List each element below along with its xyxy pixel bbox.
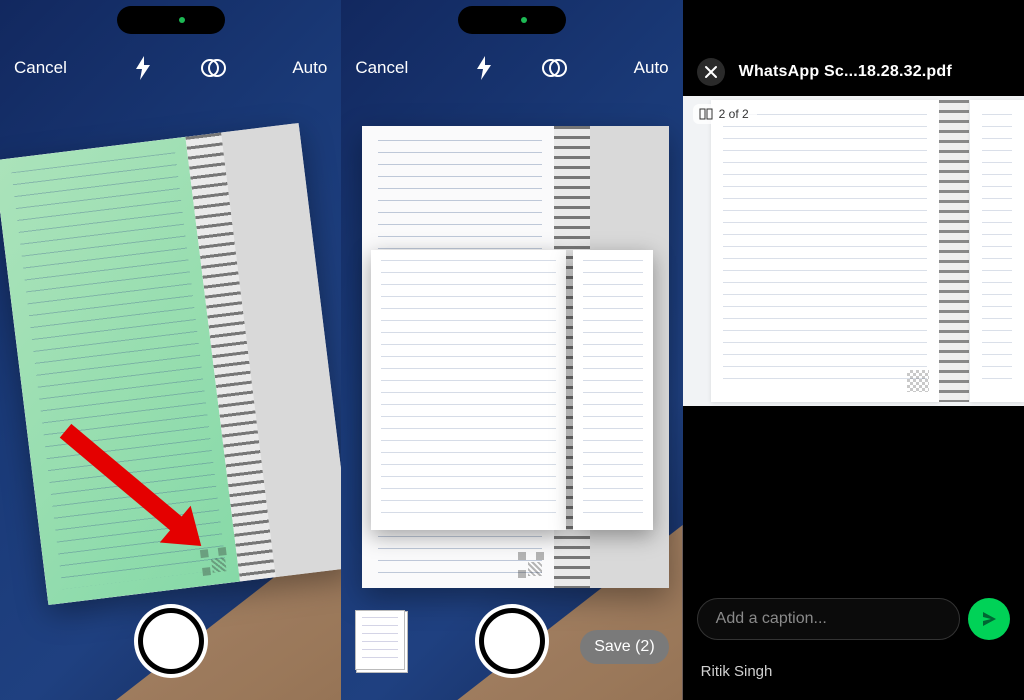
caption-input[interactable]: Add a caption... <box>697 598 960 640</box>
handwriting-lines <box>723 114 927 388</box>
recipient-chip[interactable]: Ritik Singh <box>701 663 773 680</box>
share-header: WhatsApp Sc...18.28.32.pdf <box>683 48 1024 96</box>
camera-viewport <box>341 0 682 700</box>
page-indicator: 2 of 2 <box>693 104 757 124</box>
page-qr-icon <box>907 370 929 392</box>
shutter-button[interactable] <box>134 604 208 678</box>
close-button[interactable] <box>697 58 725 86</box>
caption-placeholder: Add a caption... <box>716 610 827 628</box>
filter-icon[interactable] <box>541 56 567 80</box>
pdf-preview[interactable]: 2 of 2 <box>683 96 1024 406</box>
page-qr-icon <box>518 552 544 578</box>
page-qr-icon <box>200 547 229 576</box>
filter-icon[interactable] <box>200 56 226 80</box>
scanner-top-bar: Cancel Auto <box>341 46 682 90</box>
save-button[interactable]: Save (2) <box>580 630 668 664</box>
cancel-button[interactable]: Cancel <box>355 58 408 78</box>
pdf-page-next <box>970 100 1024 402</box>
flash-icon[interactable] <box>475 56 493 80</box>
scanner-captured-pane: Cancel Auto Save (2) <box>341 0 682 700</box>
page-indicator-text: 2 of 2 <box>719 107 749 121</box>
pages-icon <box>699 108 713 120</box>
whatsapp-share-pane: WhatsApp Sc...18.28.32.pdf 2 of 2 Add a … <box>683 0 1024 700</box>
shutter-button[interactable] <box>475 604 549 678</box>
scanner-initial-pane: Cancel Auto <box>0 0 341 700</box>
flash-icon[interactable] <box>134 56 152 80</box>
handwriting-lines <box>381 260 556 520</box>
send-button[interactable] <box>968 598 1010 640</box>
handwriting-lines <box>982 114 1012 388</box>
send-icon <box>980 610 998 628</box>
pdf-page <box>711 100 939 402</box>
scanner-top-bar: Cancel Auto <box>0 46 341 90</box>
dynamic-island <box>458 6 566 34</box>
file-name-label: WhatsApp Sc...18.28.32.pdf <box>739 63 952 81</box>
handwriting-lines <box>583 260 643 520</box>
captured-page-preview <box>573 250 653 530</box>
captured-page-preview <box>371 250 566 530</box>
auto-mode-button[interactable]: Auto <box>634 58 669 78</box>
dynamic-island <box>117 6 225 34</box>
cancel-button[interactable]: Cancel <box>14 58 67 78</box>
captured-thumbnail[interactable] <box>355 610 405 670</box>
camera-viewport <box>0 0 341 700</box>
auto-mode-button[interactable]: Auto <box>292 58 327 78</box>
notebook-spiral <box>939 100 969 402</box>
